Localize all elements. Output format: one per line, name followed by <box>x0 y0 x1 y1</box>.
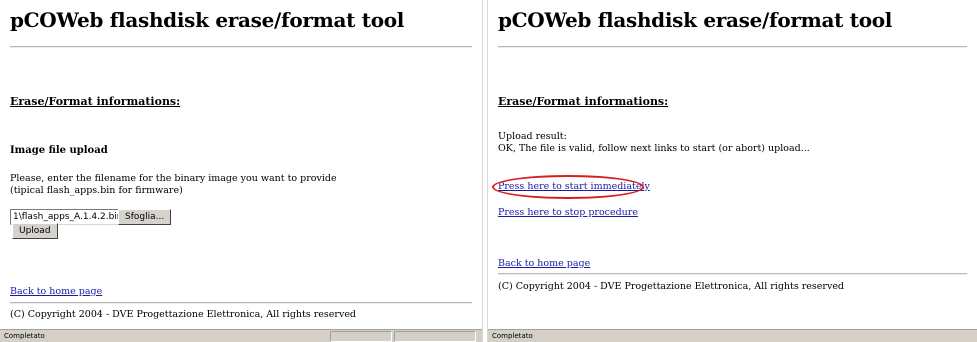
section-title: Erase/Format informations: <box>498 95 669 108</box>
instructions-line-1: Please, enter the filename for the binar… <box>10 173 337 184</box>
title-divider <box>10 46 472 48</box>
status-cell <box>394 331 476 342</box>
start-immediately-link[interactable]: Press here to start immediately <box>498 181 650 193</box>
back-to-home-link[interactable]: Back to home page <box>498 258 590 270</box>
footer-divider <box>10 302 472 304</box>
left-browser-pane: pCOWeb flashdisk erase/format tool Erase… <box>0 0 482 342</box>
status-bar: Completato <box>0 329 482 342</box>
title-divider <box>498 46 967 48</box>
footer-divider <box>498 273 967 275</box>
copyright-text: (C) Copyright 2004 - DVE Progettazione E… <box>10 309 357 320</box>
status-text: Completato <box>4 332 45 340</box>
status-cell <box>330 331 392 342</box>
upload-result-label: Upload result: <box>498 131 567 142</box>
right-browser-pane: pCOWeb flashdisk erase/format tool Erase… <box>488 0 977 342</box>
status-bar: Completato <box>488 329 977 342</box>
upload-button[interactable]: Upload <box>12 223 58 239</box>
page-title: pCOWeb flashdisk erase/format tool <box>10 8 405 32</box>
stop-procedure-link[interactable]: Press here to stop procedure <box>498 207 638 219</box>
section-title: Erase/Format informations: <box>10 95 181 108</box>
upload-result-text: OK, The file is valid, follow next links… <box>498 143 810 154</box>
upload-subheading: Image file upload <box>10 145 108 156</box>
copyright-text: (C) Copyright 2004 - DVE Progettazione E… <box>498 281 845 292</box>
browse-button[interactable]: Sfoglia... <box>118 209 172 225</box>
back-to-home-link[interactable]: Back to home page <box>10 286 102 298</box>
instructions-line-2: (tipical flash_apps.bin for firmware) <box>10 185 183 196</box>
status-text: Completato <box>492 332 533 340</box>
page-title: pCOWeb flashdisk erase/format tool <box>498 8 893 32</box>
